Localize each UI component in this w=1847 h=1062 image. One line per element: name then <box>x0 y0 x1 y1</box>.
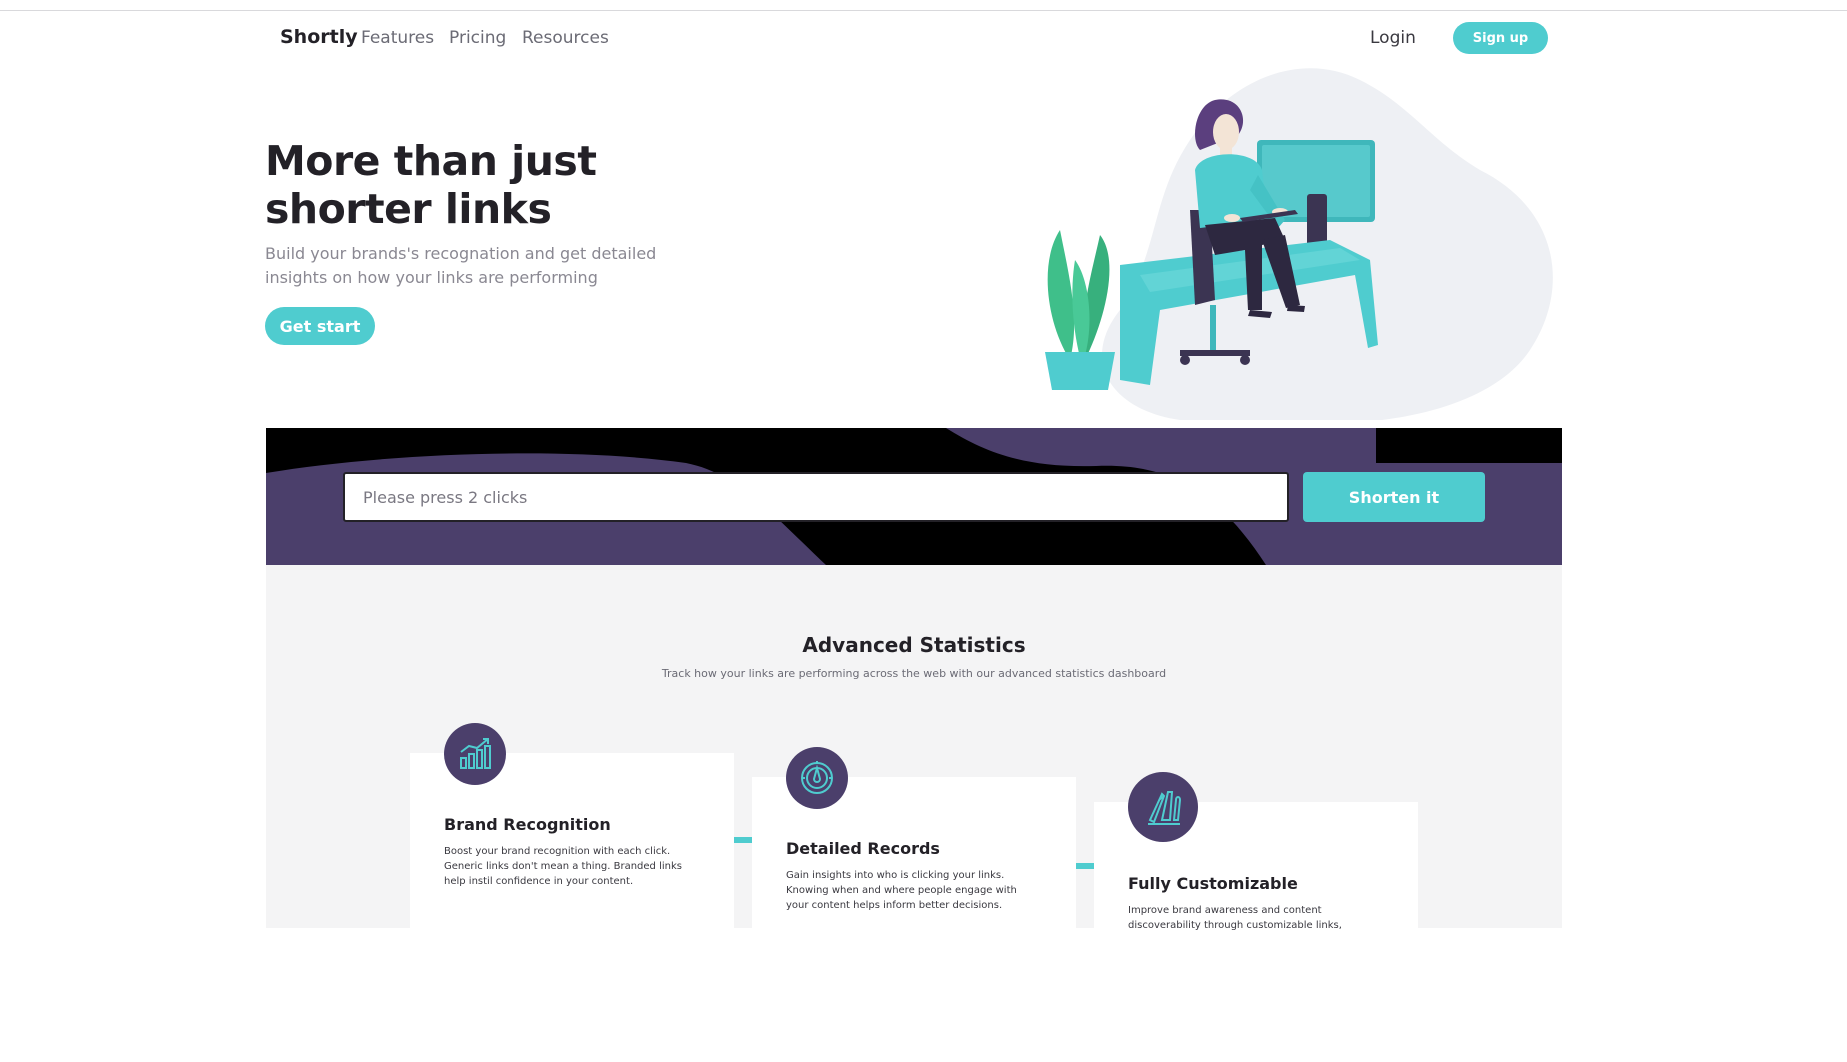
section-subtitle: Track how your links are performing acro… <box>661 667 1167 680</box>
pen-brush-tools-icon <box>1128 772 1198 842</box>
login-link[interactable]: Login <box>1370 28 1416 48</box>
card-title: Detailed Records <box>786 839 940 858</box>
nav-link-pricing[interactable]: Pricing <box>449 28 506 48</box>
card-connector <box>734 837 752 843</box>
section-title: Advanced Statistics <box>802 633 1026 657</box>
nav-link-resources[interactable]: Resources <box>522 28 609 48</box>
advanced-statistics-section: Advanced Statistics Track how your links… <box>266 565 1562 1062</box>
shorten-panel: Shorten it <box>266 428 1562 565</box>
hero-title: More than just shorter links <box>265 137 597 233</box>
feature-card-detailed-records: Detailed Records Gain insights into who … <box>752 747 1076 1037</box>
bar-chart-icon <box>444 723 506 785</box>
feature-card-fully-customizable: Fully Customizable Improve brand awarene… <box>1094 772 1418 1062</box>
person-working-at-desk-illustration <box>1000 60 1570 424</box>
card-title: Brand Recognition <box>444 815 611 834</box>
signup-button[interactable]: Sign up <box>1453 22 1548 54</box>
card-text: Gain insights into who is clicking your … <box>786 870 1017 911</box>
card-connector <box>1076 863 1094 869</box>
hero-subtitle: Build your brands's recognation and get … <box>265 244 657 287</box>
card-text: Boost your brand recognition with each c… <box>444 846 682 887</box>
nav-link-features[interactable]: Features <box>361 28 434 48</box>
card-title: Fully Customizable <box>1128 874 1298 893</box>
shorten-button[interactable]: Shorten it <box>1303 472 1485 522</box>
logo[interactable]: Shortly <box>280 26 358 48</box>
get-start-button[interactable]: Get start <box>265 307 375 345</box>
feature-card-brand-recognition: Brand Recognition Boost your brand recog… <box>410 723 734 1013</box>
card-text: Improve brand awareness and content disc… <box>1128 905 1342 931</box>
gauge-icon <box>786 747 848 809</box>
url-input[interactable] <box>343 472 1289 522</box>
